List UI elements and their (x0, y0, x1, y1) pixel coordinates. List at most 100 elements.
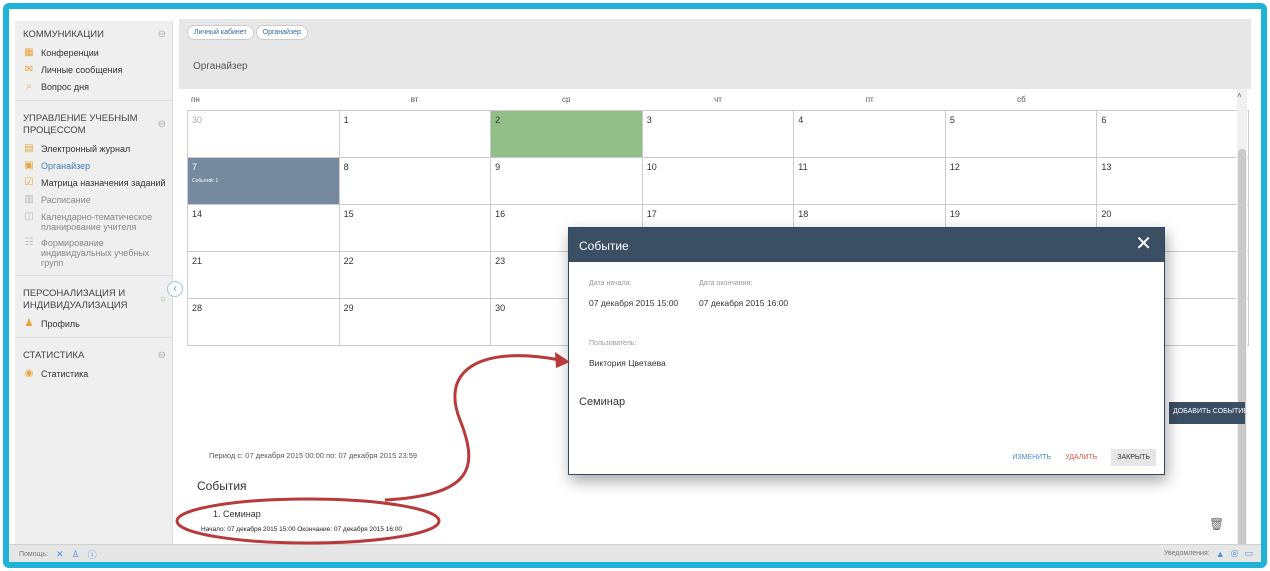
notifications-label: Уведомления: (1163, 550, 1210, 557)
day-number: 15 (343, 209, 354, 219)
day-number: 18 (798, 209, 809, 219)
day-number: 30 (192, 115, 203, 125)
day-number: 2 (495, 115, 501, 125)
day-number: 8 (343, 162, 349, 172)
section-communications[interactable]: КОММУНИКАЦИИ ⊖ (15, 21, 172, 45)
modal-header: Событие ✕ (569, 228, 1164, 262)
header: Личный кабинет Органайзер Органайзер (179, 19, 1251, 89)
day-event-count[interactable]: Событий: 1 (192, 178, 335, 184)
calendar-day[interactable]: 30 (188, 111, 340, 158)
sidebar-collapse-button[interactable]: ‹ (167, 281, 183, 297)
delete-button[interactable]: УДАЛИТЬ (1065, 454, 1097, 461)
calendar-day[interactable]: 15 (339, 205, 492, 252)
weekday-tue: вт (410, 95, 419, 104)
chevron-up-icon[interactable]: ˄ (1237, 91, 1242, 100)
close-icon[interactable]: ✕ (1135, 234, 1152, 254)
trash-icon[interactable]: 🗑 (1209, 517, 1224, 531)
end-value: 07 декабря 2015 16:00 (699, 298, 789, 308)
messages-icon: ✉ (24, 64, 34, 75)
sidebar-item-conferences[interactable]: ▦ Конференции (15, 45, 172, 62)
breadcrumb-organizer[interactable]: Органайзер (255, 25, 308, 40)
day-number: 1 (343, 115, 349, 125)
sidebar-item-calendar-plan[interactable]: ◫ Календарно-тематическое планирование у… (15, 209, 172, 235)
day-number: 4 (798, 115, 804, 125)
calendar-day[interactable]: 22 (339, 252, 492, 299)
weekday-wed: ср (562, 95, 571, 104)
calendar-day[interactable]: 6 (1097, 111, 1249, 158)
day-number: 14 (192, 209, 203, 219)
calendar-day[interactable]: 14 (188, 205, 340, 252)
sidebar-item-messages[interactable]: ✉ Личные сообщения (15, 62, 172, 79)
schedule-icon: ▥ (24, 194, 34, 205)
divider (15, 275, 172, 276)
calendar-day[interactable]: 9 (491, 158, 643, 205)
calendar-day[interactable]: 8 (339, 158, 492, 205)
calendar-day[interactable]: 29 (339, 299, 492, 346)
modal-title: Событие (579, 239, 629, 253)
collapse-icon[interactable]: ⊖ (158, 29, 166, 41)
scrollbar[interactable]: ˄ ˅ (1237, 89, 1247, 557)
chat-icon[interactable]: ◎ (1231, 548, 1239, 559)
day-number: 3 (646, 115, 652, 125)
day-number: 20 (1101, 209, 1112, 219)
calendar-day[interactable]: 5 (945, 111, 1098, 158)
day-number: 13 (1101, 162, 1112, 172)
sidebar-item-schedule[interactable]: ▥ Расписание (15, 192, 172, 209)
bell-icon[interactable]: ▲ (1216, 549, 1225, 559)
settings-icon[interactable]: ✕ (56, 549, 64, 560)
calendar-day[interactable]: 21 (188, 252, 340, 299)
section-statistics[interactable]: СТАТИСТИКА ⊖ (15, 342, 172, 366)
matrix-icon: ☑ (24, 177, 34, 188)
help-label: Помощь: (19, 551, 48, 558)
collapse-icon[interactable]: ○ (160, 294, 166, 306)
edit-button[interactable]: ИЗМЕНИТЬ (1012, 454, 1051, 461)
event-name[interactable]: 1. Семинар (213, 509, 261, 519)
day-number: 7 (192, 162, 198, 172)
day-number: 6 (1101, 115, 1107, 125)
calendar-day[interactable]: 11 (794, 158, 946, 205)
close-button[interactable]: ЗАКРЫТЬ (1111, 449, 1156, 466)
calendar-day[interactable]: 28 (188, 299, 340, 346)
calendar-day[interactable]: 1 (339, 111, 492, 158)
info-icon[interactable]: ⓘ (88, 548, 97, 561)
events-heading: События (197, 479, 247, 493)
sidebar-item-organizer[interactable]: ▣ Органайзер (15, 158, 172, 175)
day-number: 11 (798, 162, 808, 172)
add-event-button[interactable]: ДОБАВИТЬ СОБЫТИЕ (1169, 402, 1245, 424)
day-number: 10 (646, 162, 657, 172)
sidebar-item-question[interactable]: ⌕ Вопрос дня (15, 79, 172, 96)
sidebar-item-journal[interactable]: ▤ Электронный журнал (15, 141, 172, 158)
calendar-day[interactable]: 4 (794, 111, 946, 158)
help-area: Помощь: ✕ ♙ ⓘ (19, 548, 105, 561)
calendar-day[interactable]: 13 (1097, 158, 1249, 205)
mail-icon[interactable]: ▭ (1244, 548, 1253, 559)
day-number: 9 (495, 162, 501, 172)
sidebar-item-profile[interactable]: ♟ Профиль (15, 316, 172, 333)
sidebar-item-groups[interactable]: ☷ Формирование индивидуальных учебных гр… (15, 235, 172, 271)
breadcrumb-home[interactable]: Личный кабинет (187, 25, 254, 40)
scrollbar-thumb[interactable] (1238, 149, 1246, 549)
calendar-day[interactable]: 12 (945, 158, 1098, 205)
divider (15, 337, 172, 338)
day-number: 29 (343, 303, 354, 313)
calendar-day[interactable]: 2 (491, 111, 643, 158)
question-icon: ⌕ (26, 81, 32, 92)
section-learning[interactable]: УПРАВЛЕНИЕ УЧЕБНЫМ ПРОЦЕССОМ ⊖ (15, 105, 172, 141)
start-value: 07 декабря 2015 15:00 (589, 298, 679, 308)
event-modal: Событие ✕ Дата начала: Дата окончания: 0… (568, 227, 1165, 475)
end-label: Дата окончания: (699, 280, 753, 287)
organizer-icon: ▣ (24, 160, 34, 171)
collapse-icon[interactable]: ⊖ (158, 350, 166, 362)
sidebar-item-statistics[interactable]: ◉ Статистика (15, 366, 172, 383)
conference-icon: ▦ (24, 47, 34, 58)
sidebar-item-matrix[interactable]: ☑ Матрица назначения заданий (15, 175, 172, 192)
calendar-day[interactable]: 3 (642, 111, 795, 158)
section-personalization[interactable]: ПЕРСОНАЛИЗАЦИЯ И ИНДИВИДУАЛИЗАЦИЯ ○ (15, 280, 172, 316)
day-number: 12 (949, 162, 960, 172)
breadcrumb: Личный кабинет Органайзер (187, 25, 310, 40)
user-icon[interactable]: ♙ (72, 549, 80, 560)
footer: Помощь: ✕ ♙ ⓘ Уведомления: ▲ ◎ ▭ (9, 544, 1261, 562)
calendar-day[interactable]: 7 Событий: 1 (188, 158, 340, 205)
calendar-day[interactable]: 10 (642, 158, 795, 205)
collapse-icon[interactable]: ⊖ (158, 119, 166, 131)
